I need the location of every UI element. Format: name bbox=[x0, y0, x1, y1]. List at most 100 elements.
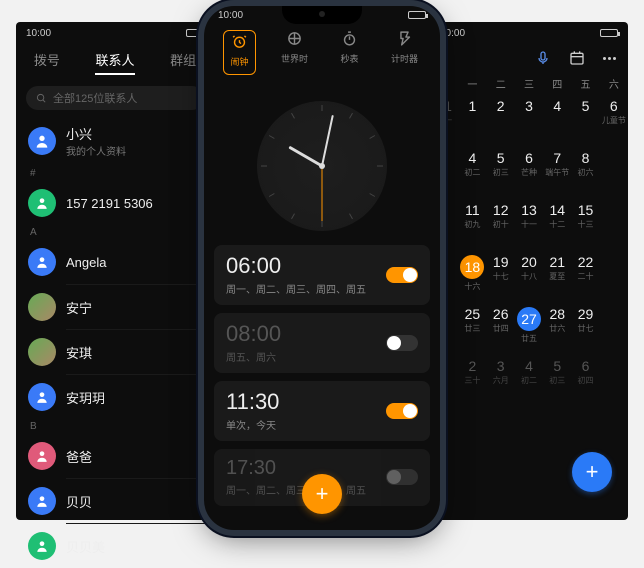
clock-screen: 10:00 闹钟世界时秒表计时器 06:00周一、周二、周三、周四、周五08:0… bbox=[204, 6, 440, 530]
day-sub: 十六 bbox=[458, 281, 486, 292]
calendar-day[interactable]: 2 bbox=[487, 99, 515, 143]
tab-alarm[interactable]: 闹钟 bbox=[214, 30, 265, 75]
status-time: 10:00 bbox=[440, 28, 465, 39]
avatar bbox=[28, 189, 56, 217]
calendar-day[interactable]: 21夏至 bbox=[543, 255, 571, 299]
calendar-day[interactable]: 19 十七 bbox=[487, 255, 515, 299]
contact-name: 安宁 bbox=[66, 298, 92, 317]
minute-hand bbox=[321, 115, 334, 166]
calendar-day[interactable]: 4初二 bbox=[458, 151, 486, 195]
day-number: 15 bbox=[571, 203, 599, 217]
section-header: # bbox=[16, 166, 214, 181]
alarm-days: 周一、周二、周三、周四、周五 bbox=[226, 482, 366, 497]
day-sub: 初二 bbox=[458, 167, 486, 178]
calendar-day[interactable]: 8初六 bbox=[571, 151, 599, 195]
tab-timer[interactable]: 计时器 bbox=[379, 30, 430, 75]
contact-row[interactable]: 贝贝美 bbox=[16, 524, 214, 568]
day-number: 18 bbox=[460, 255, 484, 279]
calendar-day[interactable]: 20十八 bbox=[515, 255, 543, 299]
calendar-day[interactable]: 4 bbox=[543, 99, 571, 143]
search-input[interactable]: 全部125位联系人 bbox=[26, 86, 204, 110]
calendar-day[interactable]: 14十二 bbox=[543, 203, 571, 247]
tab-groups[interactable]: 群组 bbox=[170, 50, 196, 69]
contact-row[interactable]: 安玥玥 bbox=[16, 375, 214, 419]
tab-dialer[interactable]: 拨号 bbox=[34, 50, 60, 69]
day-sub: 十七 bbox=[487, 271, 515, 282]
calendar-day[interactable]: 29廿七 bbox=[571, 307, 599, 351]
calendar-day[interactable]: 15十三 bbox=[571, 203, 599, 247]
calendar-day[interactable]: 6儿童节 bbox=[600, 99, 628, 143]
day-number: 19 bbox=[487, 255, 515, 269]
add-event-button[interactable]: + bbox=[572, 452, 612, 492]
weekday-header: 日一二三四五六 bbox=[430, 68, 628, 95]
calendar-day[interactable]: 2三十 bbox=[458, 359, 486, 403]
calendar-day[interactable]: 6芒种 bbox=[515, 151, 543, 195]
voice-icon[interactable] bbox=[535, 50, 551, 66]
more-icon[interactable] bbox=[603, 57, 616, 60]
calendar-day[interactable]: 13十一 bbox=[515, 203, 543, 247]
alarm-toggle[interactable] bbox=[386, 403, 418, 419]
calendar-day[interactable]: 1 bbox=[458, 99, 486, 143]
profile-me[interactable]: 小兴 我的个人资料 bbox=[16, 116, 214, 166]
calendar-day[interactable]: 25廿三 bbox=[458, 307, 486, 351]
calendar-toolbar bbox=[430, 44, 628, 68]
calendar-day[interactable]: 4初二 bbox=[515, 359, 543, 403]
calendar-day[interactable]: 5 bbox=[571, 99, 599, 143]
calendar-day[interactable]: 5初三 bbox=[487, 151, 515, 195]
day-number: 4 bbox=[543, 99, 571, 113]
tab-stopwatch[interactable]: 秒表 bbox=[324, 30, 375, 75]
calendar-day[interactable]: 7端午节 bbox=[543, 151, 571, 195]
calendar-day[interactable]: 3 bbox=[515, 99, 543, 143]
calendar-day[interactable]: 11初九 bbox=[458, 203, 486, 247]
calendar-day[interactable]: 12初十 bbox=[487, 203, 515, 247]
calendar-day[interactable]: 22二十 bbox=[571, 255, 599, 299]
weekday-label: 二 bbox=[487, 76, 515, 91]
section-header: A bbox=[16, 225, 214, 240]
contact-row[interactable]: 爸爸 bbox=[16, 434, 214, 478]
day-sub: 初三 bbox=[543, 375, 571, 386]
contact-row[interactable]: 安宁 bbox=[16, 285, 214, 329]
tab-world[interactable]: 世界时 bbox=[269, 30, 320, 75]
calendar-day[interactable]: 18 十六 bbox=[458, 255, 486, 299]
analog-clock bbox=[257, 101, 387, 231]
add-alarm-button[interactable]: + bbox=[302, 474, 342, 514]
avatar bbox=[28, 532, 56, 560]
alarm-toggle[interactable] bbox=[386, 267, 418, 283]
contacts-screen: 10:00 拨号 联系人 群组 全部125位联系人 小兴 我的个人资料 #157… bbox=[16, 22, 214, 520]
alarm-toggle[interactable] bbox=[386, 469, 418, 485]
day-number: 11 bbox=[458, 203, 486, 217]
calendar-day[interactable]: 3六月 bbox=[487, 359, 515, 403]
day-sub: 廿三 bbox=[458, 323, 486, 334]
calendar-day[interactable]: 27廿五 bbox=[515, 307, 543, 351]
hour-hand bbox=[288, 146, 322, 168]
calendar-day[interactable]: 6初四 bbox=[571, 359, 599, 403]
day-number: 2 bbox=[487, 99, 515, 113]
day-sub: 十八 bbox=[515, 271, 543, 282]
weekday-label: 六 bbox=[600, 76, 628, 91]
day-number: 13 bbox=[515, 203, 543, 217]
avatar bbox=[28, 248, 56, 276]
alarm-days: 周一、周二、周三、周四、周五 bbox=[226, 281, 366, 296]
day-number: 1 bbox=[458, 99, 486, 113]
day-number: 6 bbox=[515, 151, 543, 165]
tab-contacts[interactable]: 联系人 bbox=[95, 50, 134, 69]
contact-row[interactable]: 157 2191 5306 bbox=[16, 181, 214, 225]
calendar-day[interactable]: 28廿六 bbox=[543, 307, 571, 351]
alarm-row[interactable]: 11:30单次，今天 bbox=[214, 381, 430, 441]
day-number: 2 bbox=[458, 359, 486, 373]
day-number: 28 bbox=[543, 307, 571, 321]
today-icon[interactable] bbox=[569, 50, 585, 66]
day-number: 6 bbox=[600, 99, 628, 113]
calendar-day[interactable]: 5初三 bbox=[543, 359, 571, 403]
day-number: 5 bbox=[487, 151, 515, 165]
alarm-icon bbox=[231, 33, 248, 52]
calendar-day bbox=[600, 203, 628, 247]
calendar-day[interactable]: 26廿四 bbox=[487, 307, 515, 351]
alarm-toggle[interactable] bbox=[386, 335, 418, 351]
alarm-row[interactable]: 08:00周五、周六 bbox=[214, 313, 430, 373]
alarm-row[interactable]: 06:00周一、周二、周三、周四、周五 bbox=[214, 245, 430, 305]
contact-row[interactable]: Angela bbox=[16, 240, 214, 284]
contact-row[interactable]: 贝贝 bbox=[16, 479, 214, 523]
weekday-label: 三 bbox=[515, 76, 543, 91]
contact-row[interactable]: 安琪 bbox=[16, 330, 214, 374]
